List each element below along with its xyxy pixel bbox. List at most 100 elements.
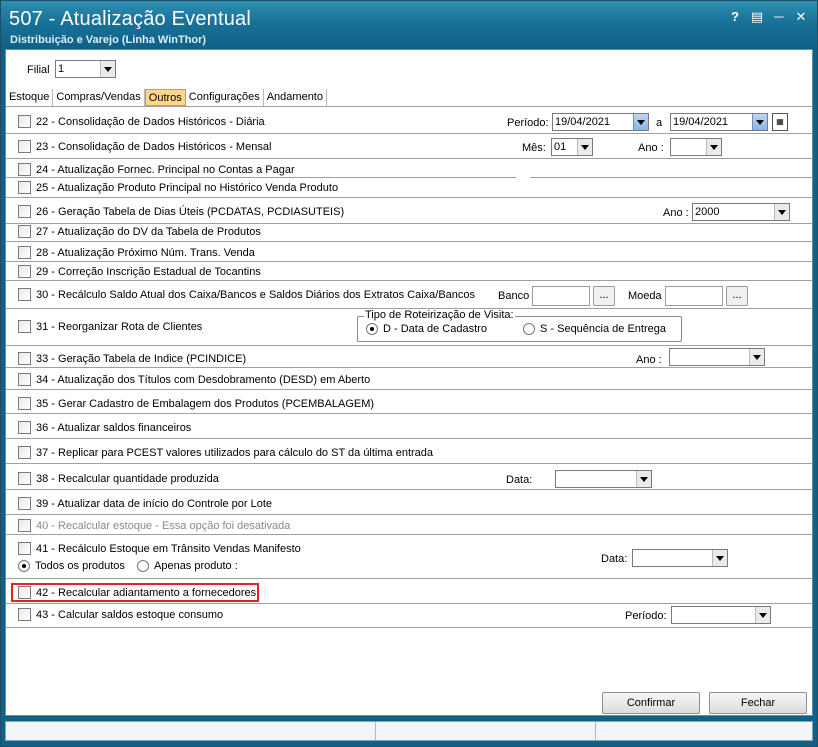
checkbox-43[interactable] <box>18 608 31 621</box>
option-22-label: 22 - Consolidação de Dados Históricos - … <box>36 115 265 128</box>
periodo-43-select[interactable] <box>671 606 771 624</box>
checkbox-27[interactable] <box>18 225 31 238</box>
radio-dot-icon[interactable] <box>366 323 378 335</box>
radio-dot-icon[interactable] <box>523 323 535 335</box>
window-subtitle: Distribuição e Varejo (Linha WinThor) <box>10 34 207 46</box>
periodo-label: Período: <box>507 117 549 129</box>
option-25[interactable]: 25 - Atualização Produto Principal no Hi… <box>18 181 338 194</box>
option-36[interactable]: 36 - Atualizar saldos financeiros <box>18 421 191 434</box>
checkbox-22[interactable] <box>18 115 31 128</box>
option-22[interactable]: 22 - Consolidação de Dados Históricos - … <box>18 115 265 128</box>
ano-23-label: Ano : <box>638 142 664 154</box>
option-37[interactable]: 37 - Replicar para PCEST valores utiliza… <box>18 446 433 459</box>
divider <box>6 463 812 464</box>
option-35[interactable]: 35 - Gerar Cadastro de Embalagem dos Pro… <box>18 397 374 410</box>
tab-outros[interactable]: Outros <box>144 89 186 106</box>
option-31[interactable]: 31 - Reorganizar Rota de Clientes <box>18 320 202 333</box>
tab-compras-vendas[interactable]: Compras/Vendas <box>53 89 145 106</box>
option-33[interactable]: 33 - Geração Tabela de Indice (PCINDICE) <box>18 352 246 365</box>
checkbox-34[interactable] <box>18 373 31 386</box>
radio-dot-icon[interactable] <box>18 560 30 572</box>
filial-select[interactable]: 1 <box>55 60 116 78</box>
checkbox-40 <box>18 519 31 532</box>
option-34[interactable]: 34 - Atualização dos Títulos com Desdobr… <box>18 373 370 386</box>
close-icon[interactable]: ✕ <box>793 9 809 25</box>
checkbox-26[interactable] <box>18 205 31 218</box>
checkbox-31[interactable] <box>18 320 31 333</box>
checkbox-41[interactable] <box>18 542 31 555</box>
tab-andamento[interactable]: Andamento <box>263 89 327 106</box>
chevron-down-icon[interactable] <box>749 349 764 365</box>
option-39[interactable]: 39 - Atualizar data de início do Control… <box>18 497 272 510</box>
data-38-label: Data: <box>506 474 533 486</box>
option-30[interactable]: 30 - Recálculo Saldo Atual dos Caixa/Ban… <box>18 288 475 301</box>
restore-icon[interactable]: ▤ <box>749 9 765 25</box>
checkbox-35[interactable] <box>18 397 31 410</box>
option-41[interactable]: 41 - Recálculo Estoque em Trânsito Venda… <box>18 542 301 555</box>
checkbox-37[interactable] <box>18 446 31 459</box>
chevron-down-icon[interactable] <box>577 139 592 155</box>
option-38[interactable]: 38 - Recalcular quantidade produzida <box>18 472 219 485</box>
chevron-down-icon[interactable] <box>633 114 648 130</box>
checkbox-30[interactable] <box>18 288 31 301</box>
mes-select[interactable]: 01 <box>551 138 593 156</box>
data-41-select[interactable] <box>632 549 728 567</box>
chevron-down-icon[interactable] <box>712 550 727 566</box>
radio-data-cadastro[interactable]: D - Data de Cadastro <box>366 323 487 335</box>
option-23[interactable]: 23 - Consolidação de Dados Históricos - … <box>18 140 271 153</box>
banco-input[interactable] <box>532 286 590 306</box>
moeda-input[interactable] <box>665 286 723 306</box>
checkbox-36[interactable] <box>18 421 31 434</box>
checkbox-29[interactable] <box>18 265 31 278</box>
window-title: 507 - Atualização Eventual <box>9 8 252 30</box>
radio-apenas-produto-label: Apenas produto : <box>154 560 238 572</box>
chevron-down-icon[interactable] <box>636 471 651 487</box>
ano-33-select[interactable] <box>669 348 765 366</box>
tab-estoque[interactable]: Estoque <box>6 89 54 106</box>
filial-label: Filial <box>27 64 50 76</box>
option-24-label: 24 - Atualização Fornec. Principal no Co… <box>36 163 295 176</box>
option-27[interactable]: 27 - Atualização do DV da Tabela de Prod… <box>18 225 261 238</box>
chevron-down-icon[interactable] <box>752 114 767 130</box>
ano-26-value: 2000 <box>695 206 720 218</box>
radio-dot-icon[interactable] <box>137 560 149 572</box>
option-43[interactable]: 43 - Calcular saldos estoque consumo <box>18 608 223 621</box>
minimize-icon[interactable]: ─ <box>771 9 787 25</box>
ano-26-label: Ano : <box>663 207 689 219</box>
mes-value: 01 <box>554 141 567 153</box>
option-26[interactable]: 26 - Geração Tabela de Dias Úteis (PCDAT… <box>18 205 344 218</box>
radio-todos-produtos[interactable]: Todos os produtos <box>18 560 125 572</box>
checkbox-24[interactable] <box>18 163 31 176</box>
data-38-select[interactable] <box>555 470 652 488</box>
option-28[interactable]: 28 - Atualização Próximo Núm. Trans. Ven… <box>18 246 255 259</box>
banco-lookup-button[interactable]: ... <box>593 286 615 306</box>
chevron-down-icon[interactable] <box>755 607 770 623</box>
radio-sequencia-entrega-label: S - Sequência de Entrega <box>540 323 666 335</box>
checkbox-23[interactable] <box>18 140 31 153</box>
periodo-de-select[interactable]: 19/04/2021 <box>552 113 649 131</box>
option-24[interactable]: 24 - Atualização Fornec. Principal no Co… <box>18 163 295 176</box>
tab-configuracoes[interactable]: Configurações <box>185 89 264 106</box>
checkbox-25[interactable] <box>18 181 31 194</box>
divider <box>6 603 812 604</box>
checkbox-33[interactable] <box>18 352 31 365</box>
checkbox-39[interactable] <box>18 497 31 510</box>
ano-26-select[interactable]: 2000 <box>692 203 790 221</box>
confirmar-button[interactable]: Confirmar <box>602 692 700 714</box>
banco-label: Banco <box>498 290 530 302</box>
calendar-icon[interactable]: ▦ <box>772 113 788 131</box>
ano-23-select[interactable] <box>670 138 722 156</box>
moeda-lookup-button[interactable]: ... <box>726 286 748 306</box>
option-29[interactable]: 29 - Correção Inscrição Estadual de Toca… <box>18 265 261 278</box>
chevron-down-icon[interactable] <box>100 61 115 77</box>
help-icon[interactable]: ? <box>727 9 743 25</box>
checkbox-38[interactable] <box>18 472 31 485</box>
fechar-button[interactable]: Fechar <box>709 692 807 714</box>
radio-sequencia-entrega[interactable]: S - Sequência de Entrega <box>523 323 666 335</box>
periodo-ate-select[interactable]: 19/04/2021 <box>670 113 768 131</box>
radio-apenas-produto[interactable]: Apenas produto : <box>137 560 238 572</box>
chevron-down-icon[interactable] <box>706 139 721 155</box>
checkbox-28[interactable] <box>18 246 31 259</box>
a-label: a <box>656 117 663 129</box>
chevron-down-icon[interactable] <box>774 204 789 220</box>
